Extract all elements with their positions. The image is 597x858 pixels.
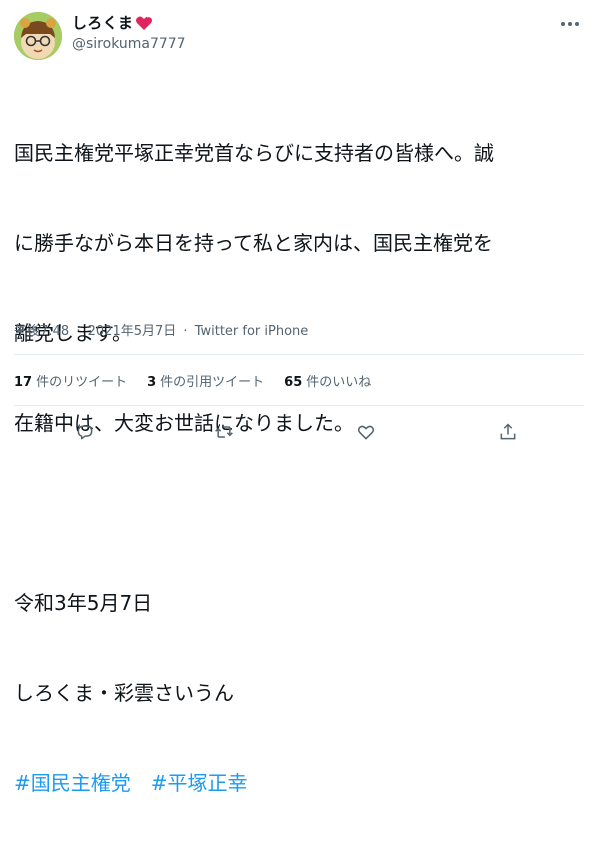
heart-icon [135, 15, 153, 31]
divider [14, 354, 584, 355]
more-options-button[interactable] [558, 14, 582, 34]
like-icon [357, 425, 375, 440]
tweet-metadata: 午後7:48 · 2021年5月7日 · Twitter for iPhone [14, 320, 308, 339]
retweet-count[interactable]: 17 件のリツイート [14, 371, 127, 390]
tweet-time[interactable]: 午後7:48 [14, 324, 69, 339]
avatar[interactable] [14, 12, 62, 60]
stat-count: 65 [284, 375, 303, 390]
share-button[interactable] [494, 418, 522, 446]
more-dots-icon [561, 22, 579, 26]
retweet-button[interactable] [210, 418, 238, 446]
divider [14, 405, 584, 406]
action-bar [0, 418, 597, 446]
stat-count: 3 [147, 375, 157, 390]
tweet-line: 国民主権党平塚正幸党首ならびに支持者の皆様へ。誠 [14, 141, 494, 165]
avatar-illustration-icon [14, 12, 62, 60]
meta-separator: · [183, 324, 188, 339]
like-button[interactable] [352, 418, 380, 446]
tweet-line: しろくま・彩雲さいうん [14, 681, 234, 705]
user-handle[interactable]: @sirokuma7777 [72, 36, 186, 52]
share-icon [500, 423, 516, 440]
tweet-date[interactable]: 2021年5月7日 [88, 324, 177, 339]
quote-tweet-count[interactable]: 3 件の引用ツイート [147, 371, 264, 390]
reply-icon [77, 425, 93, 440]
stat-label: 件の引用ツイート [160, 375, 265, 390]
user-name-row[interactable]: しろくま [72, 12, 153, 33]
engagement-stats: 17 件のリツイート 3 件の引用ツイート 65 件のいいね [14, 371, 371, 390]
meta-separator: · [76, 324, 81, 339]
stat-count: 17 [14, 375, 33, 390]
like-count[interactable]: 65 件のいいね [284, 371, 371, 390]
stat-label: 件のいいね [306, 375, 372, 390]
stat-label: 件のリツイート [36, 375, 128, 390]
display-name[interactable]: しろくま [72, 12, 133, 33]
retweet-icon [215, 426, 233, 438]
hashtag-row: #国民主権党 #平塚正幸 [14, 768, 584, 798]
hashtag-link[interactable]: #平塚正幸 [151, 771, 248, 795]
tweet-card: しろくま @sirokuma7777 国民主権党平塚正幸党首ならびに支持者の皆様… [0, 0, 597, 795]
hashtag-link[interactable]: #国民主権党 [14, 771, 131, 795]
tweet-line: に勝手ながら本日を持って私と家内は、国民主権党を [14, 231, 493, 255]
tweet-line [14, 498, 584, 528]
tweet-source[interactable]: Twitter for iPhone [195, 324, 309, 339]
tweet-text: 国民主権党平塚正幸党首ならびに支持者の皆様へ。誠 に勝手ながら本日を持って私と家… [14, 78, 584, 858]
tweet-line: 令和3年5月7日 [14, 591, 153, 615]
reply-button[interactable] [71, 418, 99, 446]
